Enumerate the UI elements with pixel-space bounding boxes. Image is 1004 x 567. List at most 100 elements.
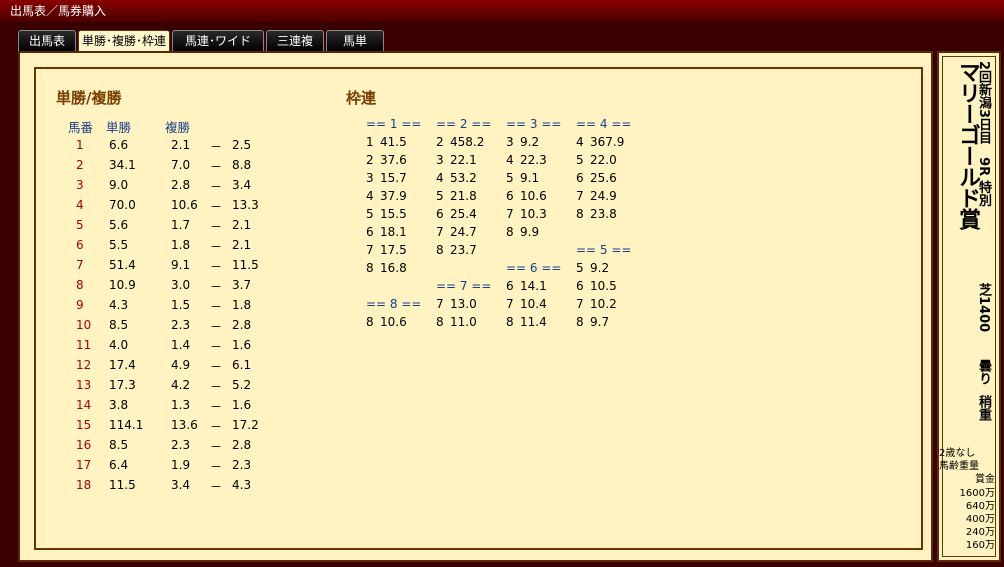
bracket-pair-number: 2 xyxy=(436,135,444,149)
bracket-pair-number: 5 xyxy=(436,189,444,203)
horse-number: 18 xyxy=(76,478,92,492)
bracket-odds: 37.6 xyxy=(380,153,407,167)
bracket-group-header: == 5 == xyxy=(576,243,632,257)
horse-number: 6 xyxy=(76,238,84,252)
bracket-pair-number: 7 xyxy=(366,243,374,257)
bracket-odds: 10.6 xyxy=(380,315,407,329)
bracket-odds: 22.1 xyxy=(450,153,477,167)
bracket-odds: 25.4 xyxy=(450,207,477,221)
bracket-pair-number: 5 xyxy=(506,171,514,185)
win-odds: 9.0 xyxy=(109,178,129,192)
bracket-pair-number: 4 xyxy=(576,135,584,149)
bracket-odds: 23.7 xyxy=(450,243,477,257)
place-odds-max: 17.2 xyxy=(232,418,259,432)
place-range-dash: － xyxy=(210,360,223,374)
bracket-title: 枠連 xyxy=(346,89,377,107)
horse-number: 13 xyxy=(76,378,92,392)
bracket-odds: 9.1 xyxy=(520,171,540,185)
bracket-odds: 17.5 xyxy=(380,243,407,257)
win-odds: 4.3 xyxy=(109,298,129,312)
place-range-dash: － xyxy=(210,340,223,354)
bracket-odds: 11.4 xyxy=(520,315,547,329)
place-odds-max: 13.3 xyxy=(232,198,259,212)
header-horse-no: 馬番 xyxy=(68,120,94,135)
bracket-group-header: == 6 == xyxy=(506,261,562,275)
place-odds-min: 1.5 xyxy=(171,298,191,312)
place-odds-min: 1.4 xyxy=(171,338,191,352)
horse-number: 12 xyxy=(76,358,92,372)
horse-number: 1 xyxy=(76,138,84,152)
place-odds-min: 2.8 xyxy=(171,178,191,192)
win-odds: 10.9 xyxy=(109,278,136,292)
bracket-odds: 25.6 xyxy=(590,171,617,185)
header-place: 複勝 xyxy=(165,120,191,135)
tab-win-place-bracket[interactable]: 単勝･複勝･枠連 xyxy=(78,30,170,52)
tab-entries[interactable]: 出馬表 xyxy=(18,30,76,51)
bracket-pair-number: 8 xyxy=(436,315,444,329)
win-odds: 3.8 xyxy=(109,398,129,412)
place-range-dash: － xyxy=(210,380,223,394)
horse-number: 7 xyxy=(76,258,84,272)
place-range-dash: － xyxy=(210,480,223,494)
win-odds: 6.4 xyxy=(109,458,129,472)
bracket-odds: 10.5 xyxy=(590,279,617,293)
win-odds: 17.3 xyxy=(109,378,136,392)
win-odds: 5.5 xyxy=(109,238,129,252)
bracket-pair-number: 3 xyxy=(366,171,374,185)
bracket-pair-number: 7 xyxy=(506,207,514,221)
odds-panel: 単勝/複勝 馬番 単勝 複勝 1 6.6 2.1 － 2.5 2 34.1 7.0 － 8.8 3 9… xyxy=(18,51,933,562)
place-range-dash: － xyxy=(210,200,223,214)
place-odds-min: 3.4 xyxy=(171,478,191,492)
race-course: 芝1400 xyxy=(976,283,991,333)
place-odds-max: 2.3 xyxy=(232,458,252,472)
place-odds-max: 2.8 xyxy=(232,318,252,332)
bracket-odds: 37.9 xyxy=(380,189,407,203)
bracket-pair-number: 8 xyxy=(576,207,584,221)
tab-trio[interactable]: 三連複 xyxy=(266,30,324,51)
header-win: 単勝 xyxy=(106,120,132,135)
prize-label: 賞金 xyxy=(975,474,995,485)
horse-number: 10 xyxy=(76,318,92,332)
bracket-pair-number: 6 xyxy=(576,279,584,293)
place-odds-max: 4.3 xyxy=(232,478,252,492)
tab-quinella-wide[interactable]: 馬連･ワイド xyxy=(172,30,264,51)
place-odds-max: 2.5 xyxy=(232,138,252,152)
tab-exacta[interactable]: 馬単 xyxy=(326,30,384,51)
place-odds-max: 3.7 xyxy=(232,278,252,292)
bracket-pair-number: 6 xyxy=(366,225,374,239)
bracket-odds: 15.7 xyxy=(380,171,407,185)
bracket-odds: 23.8 xyxy=(590,207,617,221)
win-odds: 17.4 xyxy=(109,358,136,372)
place-odds-min: 2.1 xyxy=(171,138,191,152)
bracket-pair-number: 1 xyxy=(366,135,374,149)
bracket-group-header: == 4 == xyxy=(576,117,632,131)
bracket-pair-number: 6 xyxy=(576,171,584,185)
win-odds: 11.5 xyxy=(109,478,136,492)
place-odds-min: 1.8 xyxy=(171,238,191,252)
place-odds-min: 2.3 xyxy=(171,438,191,452)
race-meeting: 2回新潟3日目 9R 特別 xyxy=(976,61,991,207)
horse-number: 14 xyxy=(76,398,92,412)
win-odds: 51.4 xyxy=(109,258,136,272)
bracket-pair-number: 5 xyxy=(576,153,584,167)
place-range-dash: － xyxy=(210,260,223,274)
horse-number: 11 xyxy=(76,338,92,352)
place-range-dash: － xyxy=(210,160,223,174)
bracket-pair-number: 2 xyxy=(366,153,374,167)
bracket-pair-number: 8 xyxy=(576,315,584,329)
win-odds: 70.0 xyxy=(109,198,136,212)
win-odds: 6.6 xyxy=(109,138,129,152)
window-title: 出馬表／馬券購入 xyxy=(0,0,1004,22)
place-odds-min: 1.9 xyxy=(171,458,191,472)
place-odds-max: 1.8 xyxy=(232,298,252,312)
win-odds: 114.1 xyxy=(109,418,144,432)
place-odds-max: 2.1 xyxy=(232,218,252,232)
place-odds-max: 1.6 xyxy=(232,398,252,412)
bracket-group-header: == 1 == xyxy=(366,117,422,131)
bracket-odds: 15.5 xyxy=(380,207,407,221)
bracket-pair-number: 3 xyxy=(436,153,444,167)
race-weather: 曇り xyxy=(976,359,991,385)
bracket-pair-number: 6 xyxy=(506,279,514,293)
bracket-odds: 13.0 xyxy=(450,297,477,311)
bracket-odds: 458.2 xyxy=(450,135,485,149)
